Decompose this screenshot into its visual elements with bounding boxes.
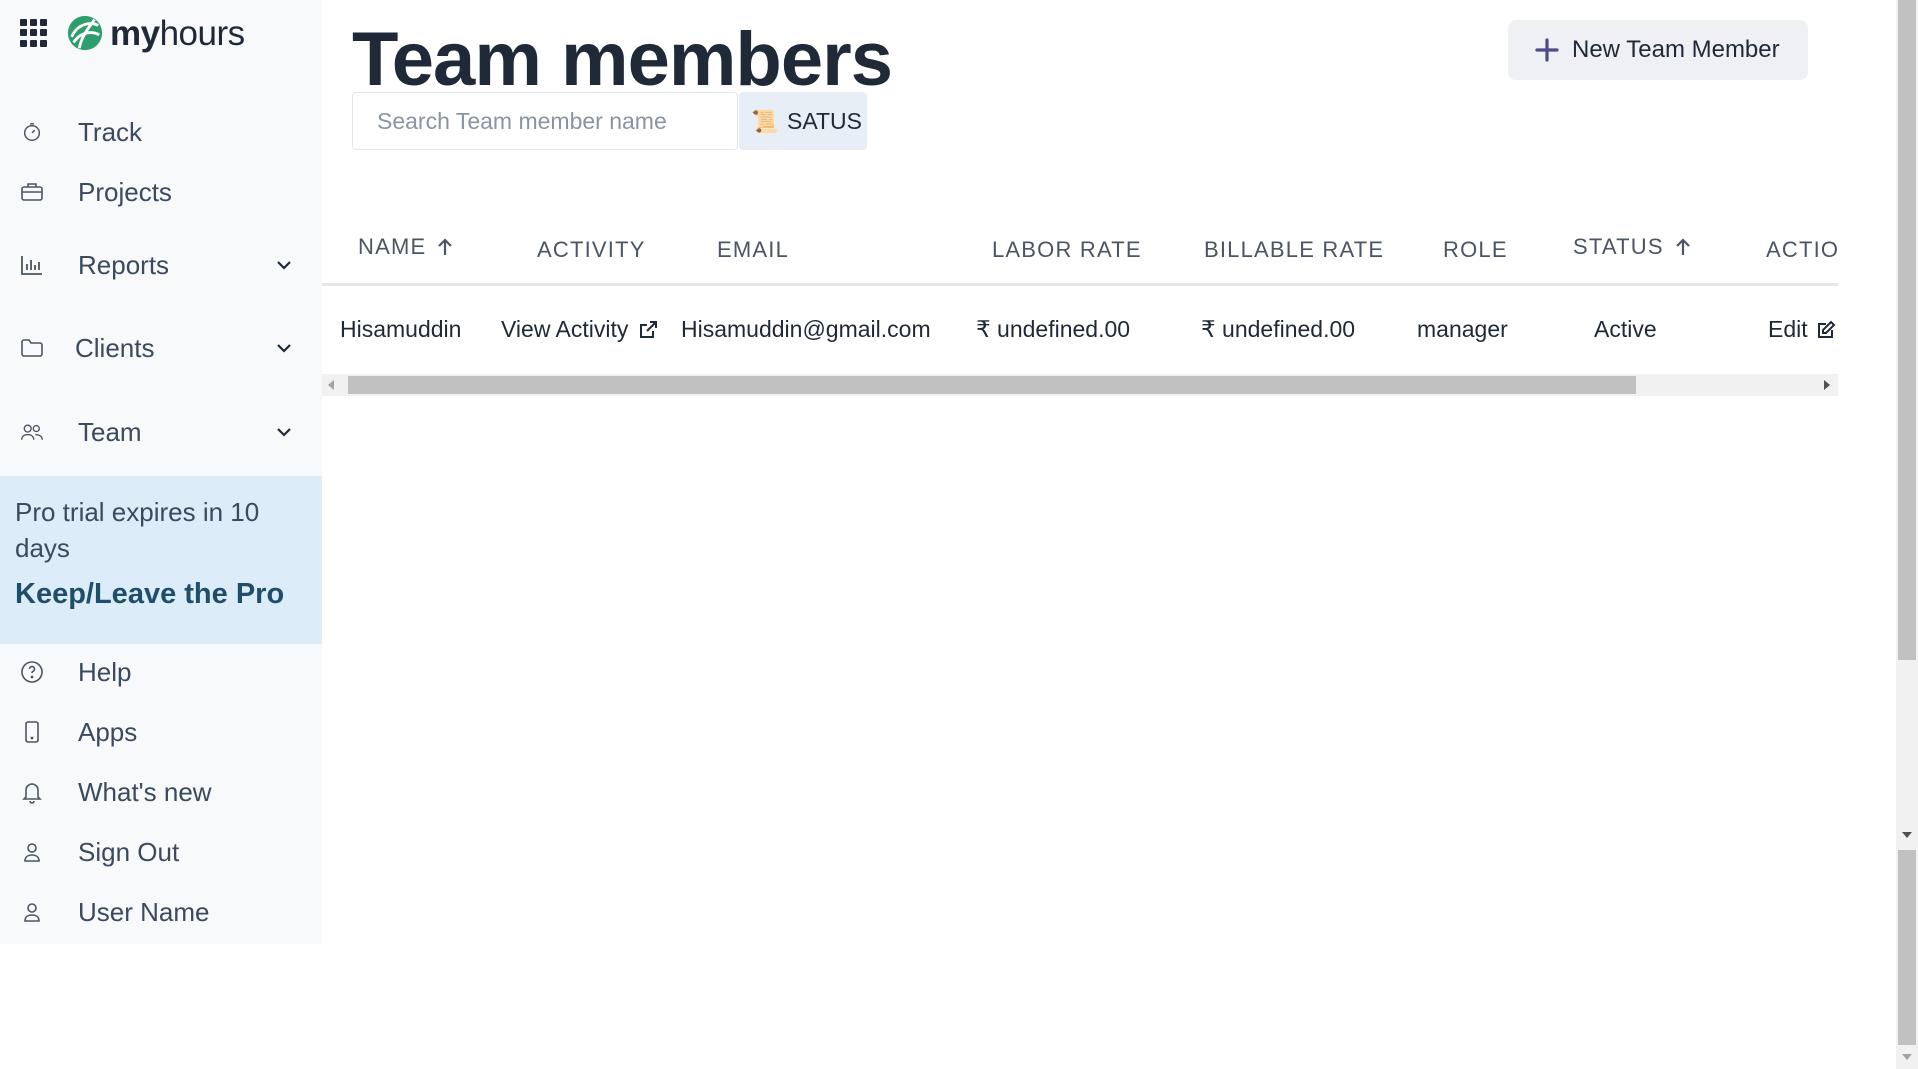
smartphone-icon [20, 720, 44, 744]
myhours-logo-icon [67, 15, 103, 51]
cell-name: Hisamuddin [340, 316, 462, 342]
chevron-down-icon[interactable] [274, 338, 294, 358]
brand: myhours [20, 13, 245, 53]
sidebar-item-label: Clients [75, 332, 155, 363]
column-header-activity[interactable]: ACTIVITY [537, 237, 646, 263]
status-filter-button[interactable]: 📜 SATUS [739, 92, 867, 150]
column-header-labor-rate[interactable]: LABOR RATE [992, 237, 1142, 263]
sidebar: myhours Track Projects Reports Clients T… [0, 0, 322, 944]
column-header-email[interactable]: EMAIL [717, 237, 789, 263]
view-activity-label: View Activity [501, 316, 629, 342]
sidebar-item-reports[interactable]: Reports [0, 239, 322, 291]
scroll-down-arrow-icon[interactable] [1902, 832, 1912, 838]
scroll-right-arrow-icon[interactable] [1824, 380, 1830, 390]
scroll-icon: 📜 [751, 109, 779, 134]
header-divider [322, 283, 1838, 286]
keep-leave-pro-link[interactable]: Keep/Leave the Pro [15, 578, 284, 611]
cell-billable-rate: ₹ undefined.00 [1201, 316, 1356, 342]
sidebar-item-label: Track [78, 116, 143, 147]
cell-role: manager [1417, 316, 1508, 342]
sidebar-item-label: What's new [78, 776, 212, 807]
search-input[interactable] [352, 92, 738, 150]
bar-chart-icon [20, 253, 44, 277]
sort-ascending-icon[interactable] [1674, 237, 1692, 257]
users-icon [20, 420, 44, 444]
briefcase-icon [20, 180, 44, 204]
logo-text: myhours [110, 13, 245, 53]
user-icon [20, 900, 44, 924]
sort-ascending-icon[interactable] [436, 237, 454, 257]
sidebar-item-track[interactable]: Track [0, 106, 322, 158]
column-header-label: ACTIVITY [537, 237, 646, 262]
sidebar-item-user-name[interactable]: User Name [0, 886, 322, 938]
sidebar-item-projects[interactable]: Projects [0, 166, 322, 218]
column-header-name[interactable]: NAME [358, 234, 454, 260]
cell-status: Active [1594, 316, 1657, 342]
cell-labor-rate: ₹ undefined.00 [976, 316, 1131, 342]
view-activity-link[interactable]: View Activity [501, 316, 658, 343]
timer-icon [20, 120, 44, 144]
column-header-label: BILLABLE RATE [1204, 237, 1385, 262]
column-header-label: NAME [358, 234, 427, 259]
sidebar-item-help[interactable]: Help [0, 646, 322, 698]
column-header-label: LABOR RATE [992, 237, 1142, 262]
status-filter-label: SATUS [787, 108, 862, 134]
table-horizontal-scrollbar[interactable] [322, 374, 1838, 396]
column-header-label: ROLE [1443, 237, 1508, 262]
team-members-table: NAME ACTIVITY EMAIL LABOR RATE BILLABLE … [322, 200, 1838, 400]
page-vertical-scrollbar[interactable] [1896, 0, 1918, 1069]
trial-promo-panel: Pro trial expires in 10 days Keep/Leave … [0, 476, 322, 644]
sidebar-item-apps[interactable]: Apps [0, 706, 322, 758]
sidebar-item-label: Sign Out [78, 836, 180, 867]
edit-button[interactable]: Edit [1768, 316, 1836, 343]
bell-icon [20, 780, 44, 804]
trial-expiry-text: Pro trial expires in 10 days [15, 497, 260, 563]
sidebar-item-label: Projects [78, 176, 172, 207]
folder-icon [20, 336, 44, 360]
plus-icon [1535, 38, 1559, 62]
sidebar-item-whats-new[interactable]: What's new [0, 766, 322, 818]
edit-icon [1817, 320, 1836, 338]
cell-email: Hisamuddin@gmail.com [681, 316, 931, 342]
column-header-label: STATUS [1573, 234, 1664, 259]
apps-grid-icon[interactable] [20, 19, 48, 47]
column-header-label: ACTIO [1766, 237, 1838, 262]
help-circle-icon [20, 660, 44, 684]
scrollbar-thumb[interactable] [348, 376, 1636, 394]
sidebar-item-clients[interactable]: Clients [0, 322, 322, 374]
new-team-member-button[interactable]: New Team Member [1508, 20, 1808, 80]
sidebar-item-label: Apps [78, 716, 138, 747]
new-team-member-label: New Team Member [1572, 36, 1780, 63]
scrollbar-thumb[interactable] [1898, 0, 1916, 660]
edit-label: Edit [1768, 316, 1808, 342]
external-link-icon [640, 320, 658, 338]
sidebar-item-label: User Name [78, 896, 210, 927]
sidebar-item-sign-out[interactable]: Sign Out [0, 826, 322, 878]
page-title: Team members [352, 17, 893, 102]
chevron-down-icon[interactable] [274, 255, 294, 275]
scroll-down-arrow-icon[interactable] [1902, 1054, 1912, 1060]
column-header-action[interactable]: ACTIO [1766, 237, 1838, 263]
column-header-role[interactable]: ROLE [1443, 237, 1508, 263]
sidebar-item-label: Team [78, 416, 142, 447]
scroll-left-arrow-icon[interactable] [328, 380, 334, 390]
sidebar-item-label: Reports [78, 249, 170, 280]
user-icon [20, 840, 44, 864]
sidebar-item-label: Help [78, 656, 132, 687]
chevron-down-icon[interactable] [274, 422, 294, 442]
sidebar-item-team[interactable]: Team [0, 406, 322, 458]
column-header-status[interactable]: STATUS [1573, 234, 1692, 260]
column-header-billable-rate[interactable]: BILLABLE RATE [1204, 237, 1384, 263]
scrollbar-thumb[interactable] [1898, 850, 1916, 1045]
column-header-label: EMAIL [717, 237, 790, 262]
